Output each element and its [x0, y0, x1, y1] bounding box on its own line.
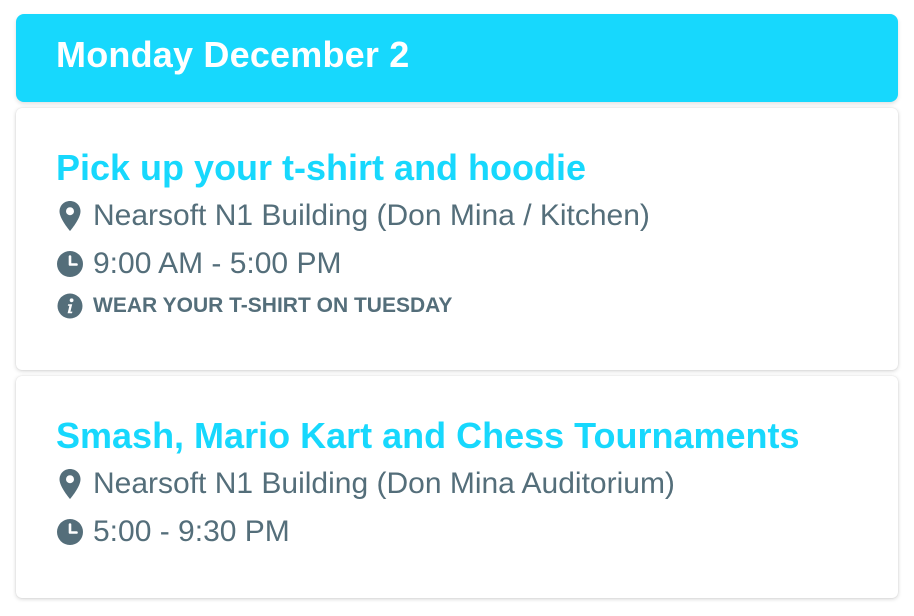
day-title: Monday December 2 [56, 34, 410, 75]
event-time-text: 9:00 AM - 5:00 PM [93, 247, 342, 280]
schedule-day: Monday December 2 Pick up your t-shirt a… [16, 14, 898, 598]
event-time: 5:00 - 9:30 PM [56, 512, 898, 552]
event-location-text: Nearsoft N1 Building (Don Mina Auditoriu… [93, 467, 675, 500]
map-pin-icon [56, 200, 84, 232]
day-header: Monday December 2 [16, 14, 898, 102]
info-icon [56, 293, 84, 319]
event-note: WEAR YOUR T-SHIRT ON TUESDAY [56, 290, 898, 322]
event-note-text: WEAR YOUR T-SHIRT ON TUESDAY [93, 294, 453, 317]
event-time-text: 5:00 - 9:30 PM [93, 515, 290, 548]
event-card[interactable]: Pick up your t-shirt and hoodie Nearsoft… [16, 108, 898, 370]
event-location: Nearsoft N1 Building (Don Mina / Kitchen… [56, 196, 898, 236]
event-location-text: Nearsoft N1 Building (Don Mina / Kitchen… [93, 199, 650, 232]
event-location: Nearsoft N1 Building (Don Mina Auditoriu… [56, 464, 898, 504]
event-title: Smash, Mario Kart and Chess Tournaments [56, 415, 800, 456]
event-time: 9:00 AM - 5:00 PM [56, 244, 898, 284]
clock-icon [56, 518, 84, 546]
map-pin-icon [56, 468, 84, 500]
event-card[interactable]: Smash, Mario Kart and Chess Tournaments … [16, 376, 898, 598]
event-title: Pick up your t-shirt and hoodie [56, 147, 587, 188]
clock-icon [56, 250, 84, 278]
